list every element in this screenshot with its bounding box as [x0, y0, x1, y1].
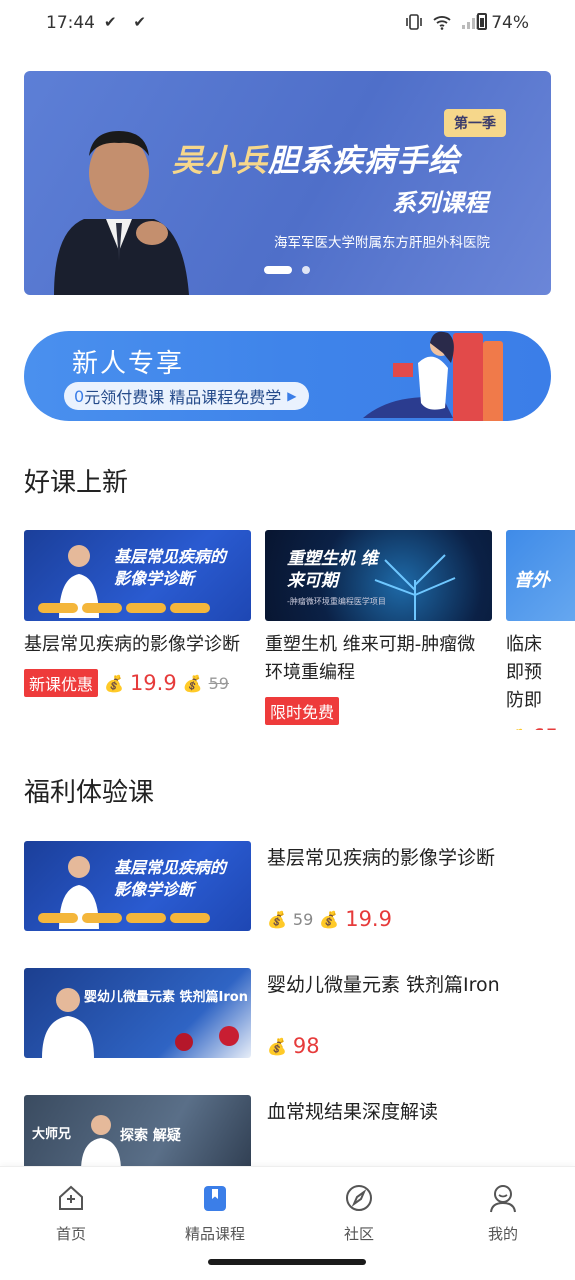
- thumb-title: 探索 解疑: [120, 1128, 181, 1144]
- thumb-chip: [126, 603, 166, 613]
- battery-status: 74%: [477, 13, 529, 33]
- doctor-figure: [81, 1115, 121, 1171]
- course-thumbnail: 基层常见疾病的影像学诊断: [24, 530, 251, 621]
- banner-title: 吴小兵胆系疾病手绘: [172, 135, 460, 180]
- thumb-title: 婴幼儿微量元素 铁剂篇Iron: [84, 990, 248, 1005]
- vibrate-icon: [406, 14, 422, 30]
- battery-level: 74%: [491, 13, 529, 33]
- banner-pager[interactable]: [264, 266, 310, 274]
- course-thumbnail: 基层常见疾病的影像学诊断: [24, 841, 251, 931]
- banner-title-line2: 系列课程: [392, 189, 488, 217]
- course-price: 98: [292, 1034, 320, 1058]
- section-title-new-courses: 好课上新: [24, 468, 129, 498]
- money-bag-icon: 💰: [267, 1036, 287, 1056]
- reading-doctor-illustration: [363, 331, 503, 421]
- promo-heading: 新人专享: [72, 349, 185, 379]
- price-row: 限时免费: [265, 697, 492, 725]
- course-thumbnail: 婴幼儿微量元素 铁剂篇Iron: [24, 968, 251, 1058]
- course-price: 65: [532, 725, 559, 730]
- course-price: 19.9: [345, 907, 392, 931]
- course-original-price: 59: [292, 909, 314, 929]
- compass-icon: [346, 1185, 372, 1211]
- new-user-promo-card[interactable]: 新人专享 0 元领付费课 精品课程免费学 ▶: [24, 331, 551, 421]
- money-bag-icon: 💰: [319, 909, 340, 929]
- thumb-title: 基层常见疾病的影像学诊断: [114, 858, 227, 899]
- hero-banner[interactable]: 第一季 吴小兵胆系疾病手绘 系列课程 海军军医大学附属东方肝胆外科医院: [24, 71, 551, 295]
- course-name: 基层常见疾病的影像学诊断: [267, 847, 496, 869]
- thumb-chips: [38, 913, 210, 923]
- download-check-icons: ✔ ✔: [104, 13, 152, 31]
- nav-label: 我的: [487, 1225, 518, 1243]
- thumb-chip: [126, 913, 166, 923]
- money-bag-icon: 💰: [104, 673, 124, 693]
- banner-subtitle: 海军军医大学附属东方肝胆外科医院: [274, 235, 490, 251]
- free-tag: 限时免费: [265, 697, 340, 725]
- money-bag-icon: 💰: [506, 728, 526, 731]
- status-time: 17:44: [46, 13, 95, 33]
- home-icon: [59, 1185, 83, 1210]
- thumb-subtitle: -肿瘤微环境重编程医学项目: [287, 597, 386, 606]
- banner-title-topic: 胆系疾病手绘: [268, 143, 460, 179]
- pager-dot-active[interactable]: [264, 266, 292, 274]
- course-original-price: 59: [208, 673, 229, 693]
- battery-icon: [477, 13, 488, 30]
- price-row: 💰 65: [506, 725, 575, 730]
- nav-premium-courses[interactable]: 精品课程: [165, 1183, 265, 1244]
- thumb-chip: [170, 913, 210, 923]
- system-home-indicator[interactable]: [208, 1259, 366, 1265]
- price-row: 新课优惠 💰 19.9 💰 59: [24, 669, 251, 697]
- thumb-chips: [38, 603, 210, 613]
- money-bag-grey-icon: 💰: [267, 909, 287, 929]
- thumb-chip: [170, 603, 210, 613]
- promo-pill-text: 元领付费课 精品课程免费学: [84, 388, 282, 407]
- section-title-trial-courses: 福利体验课: [24, 778, 155, 808]
- nav-label: 精品课程: [184, 1225, 245, 1243]
- season-tag: 第一季: [444, 109, 506, 137]
- status-bar: 17:44 ✔ ✔ 74%: [0, 0, 575, 48]
- status-icons: [405, 14, 479, 30]
- nav-label: 首页: [55, 1225, 86, 1243]
- discount-tag: 新课优惠: [24, 669, 99, 697]
- nav-community[interactable]: 社区: [309, 1183, 409, 1244]
- course-thumbnail: 普外: [506, 530, 575, 621]
- nav-profile[interactable]: 我的: [453, 1183, 553, 1244]
- course-name: 基层常见疾病的影像学诊断: [24, 634, 240, 655]
- thumb-title: 重塑生机 维来可期: [287, 549, 378, 591]
- thumb-chip: [82, 603, 122, 613]
- user-icon: [490, 1185, 516, 1213]
- lecturer-photo: [54, 131, 189, 295]
- course-price: 19.9: [129, 671, 177, 695]
- nav-label: 社区: [343, 1225, 374, 1243]
- banner-title-name: 吴小兵: [172, 143, 268, 179]
- thumb-chip: [82, 913, 122, 923]
- money-bag-grey-icon: 💰: [182, 673, 203, 693]
- pager-dot[interactable]: [302, 266, 310, 274]
- new-courses-carousel[interactable]: 基层常见疾病的影像学诊断 基层常见疾病的影像学诊断 新课优惠 💰 19.9 💰 …: [24, 530, 575, 730]
- trial-course-item[interactable]: 基层常见疾病的影像学诊断 基层常见疾病的影像学诊断 💰 59 💰 19.9: [24, 841, 551, 931]
- course-card[interactable]: 普外 临床即预防即 💰 65: [506, 530, 575, 730]
- promo-pill[interactable]: 0 元领付费课 精品课程免费学 ▶: [64, 382, 309, 410]
- promo-zero: 0: [74, 386, 85, 406]
- thumb-chip: [38, 603, 78, 613]
- course-card[interactable]: 重塑生机 维来可期 -肿瘤微环境重编程医学项目 重塑生机 维来可期-肿瘤微环境重…: [265, 530, 492, 725]
- bookmark-icon: [204, 1186, 226, 1211]
- course-card[interactable]: 基层常见疾病的影像学诊断 基层常见疾病的影像学诊断 新课优惠 💰 19.9 💰 …: [24, 530, 251, 697]
- play-arrow-icon: ▶: [287, 389, 297, 403]
- thumb-title: 普外: [514, 570, 550, 591]
- course-name: 重塑生机 维来可期-肿瘤微环境重编程: [265, 634, 476, 683]
- thumb-chip: [38, 913, 78, 923]
- trial-course-item[interactable]: 婴幼儿微量元素 铁剂篇Iron 婴幼儿微量元素 铁剂篇Iron 💰 98: [24, 968, 551, 1058]
- pomegranate-art: [175, 1026, 239, 1051]
- price-row: 💰 98: [267, 1034, 320, 1058]
- course-name: 血常规结果深度解读: [267, 1101, 439, 1123]
- thumb-title: 基层常见疾病的影像学诊断: [114, 547, 227, 588]
- thumb-brand: 大师兄: [32, 1127, 72, 1142]
- course-name: 婴幼儿微量元素 铁剂篇Iron: [267, 974, 500, 996]
- course-name: 临床即预防即: [506, 634, 542, 711]
- course-thumbnail: 重塑生机 维来可期 -肿瘤微环境重编程医学项目: [265, 530, 492, 621]
- nav-home[interactable]: 首页: [21, 1183, 121, 1244]
- wifi-icon: [433, 16, 451, 30]
- price-row: 💰 59 💰 19.9: [267, 907, 392, 931]
